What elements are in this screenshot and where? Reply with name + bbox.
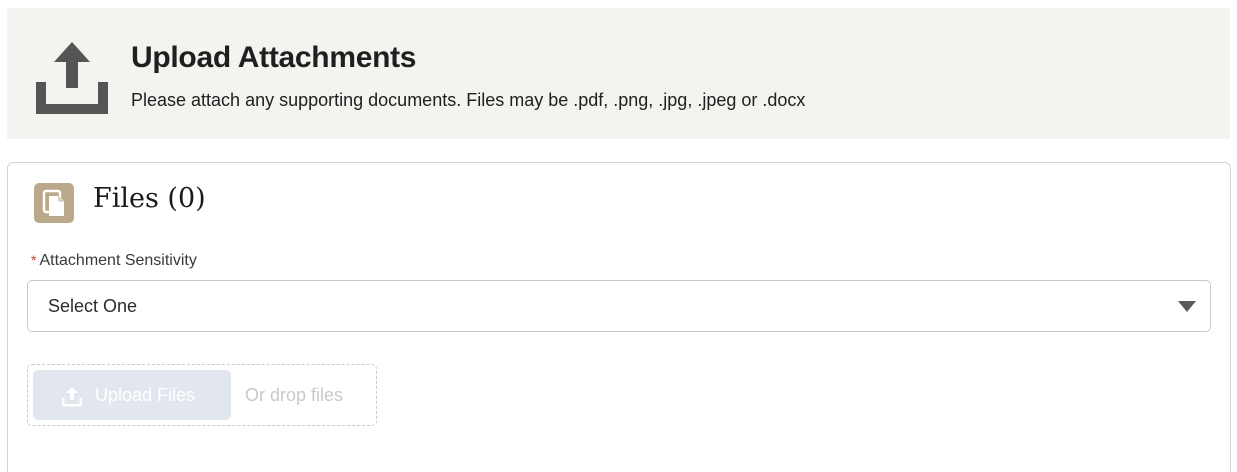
- page-title: Upload Attachments: [131, 41, 417, 74]
- select-value: Select One: [48, 296, 138, 316]
- attachment-sensitivity-select[interactable]: Select One: [27, 280, 1211, 332]
- required-marker: *: [31, 252, 37, 268]
- upload-icon: [36, 42, 108, 114]
- files-card: Files (0) * Attachment Sensitivity Select…: [7, 162, 1231, 472]
- files-card-title: Files (0): [93, 183, 206, 214]
- file-dropzone[interactable]: Upload Files Or drop files: [27, 364, 377, 426]
- upload-files-button[interactable]: Upload Files: [33, 370, 231, 420]
- upload-files-label: Upload Files: [95, 385, 196, 405]
- chevron-down-icon: [1178, 301, 1196, 312]
- upload-header-banner: Upload Attachments Please attach any sup…: [7, 8, 1230, 139]
- attachment-sensitivity-label: * Attachment Sensitivity: [31, 252, 197, 270]
- upload-icon: [62, 387, 82, 407]
- attachment-sensitivity-label-text: Attachment Sensitivity: [39, 252, 197, 269]
- drop-files-text: Or drop files: [245, 385, 344, 405]
- page-description: Please attach any supporting documents. …: [131, 90, 806, 110]
- file-icon: [34, 183, 74, 223]
- upload-attachments-page: Upload Attachments Please attach any sup…: [0, 0, 1237, 472]
